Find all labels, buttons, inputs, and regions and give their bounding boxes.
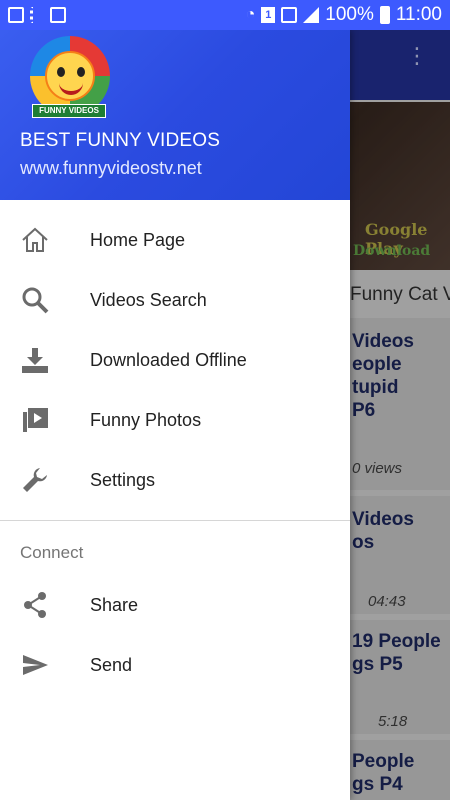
menu-item-home-page[interactable]: Home Page <box>0 210 350 270</box>
menu-item-share[interactable]: Share <box>0 575 350 635</box>
navigation-drawer: FUNNY VIDEOS BEST FUNNY VIDEOS www.funny… <box>0 30 350 800</box>
menu-item-label: Funny Photos <box>90 409 202 430</box>
home-icon <box>20 225 50 255</box>
menu-item-funny-photos[interactable]: Funny Photos <box>0 390 350 450</box>
menu-item-label: Downloaded Offline <box>90 349 247 370</box>
section-title-connect: Connect <box>20 543 84 562</box>
drawer-url: www.funnyvideostv.net <box>20 158 202 178</box>
wrench-icon <box>20 465 50 495</box>
status-left <box>8 7 66 23</box>
signal-box-icon <box>281 7 298 23</box>
menu-item-label: Send <box>90 654 133 675</box>
checklist-notification-icon <box>30 7 44 23</box>
drawer-menu: Home Page Videos Search Downloaded Offli… <box>0 200 350 695</box>
share-icon <box>20 590 50 620</box>
wifi-icon: ◔ <box>245 6 256 23</box>
send-icon <box>20 650 50 680</box>
logo-banner: FUNNY VIDEOS <box>32 104 106 118</box>
clock: 11:00 <box>395 4 442 25</box>
menu-item-label: Home Page <box>90 229 186 250</box>
video-library-icon <box>20 405 50 435</box>
menu-item-label: Settings <box>90 469 156 490</box>
menu-item-label: Share <box>90 594 139 615</box>
search-icon <box>20 285 50 315</box>
menu-item-send[interactable]: Send <box>0 635 350 695</box>
menu-item-downloaded-offline[interactable]: Downloaded Offline <box>0 330 350 390</box>
download-icon <box>20 345 50 375</box>
menu-item-videos-search[interactable]: Videos Search <box>0 270 350 330</box>
status-bar: ◔ 1 100% 11:00 <box>0 0 450 30</box>
signal-icon <box>303 7 320 23</box>
drawer-header: FUNNY VIDEOS BEST FUNNY VIDEOS www.funny… <box>0 30 350 200</box>
battery-icon <box>379 6 390 24</box>
clipboard-notification-icon <box>50 7 66 23</box>
sim-icon: 1 <box>261 7 276 23</box>
battery-percent: 100% <box>325 4 374 25</box>
status-right: ◔ 1 100% 11:00 <box>246 4 442 26</box>
drawer-title: BEST FUNNY VIDEOS <box>20 130 221 151</box>
gallery-notification-icon <box>8 7 24 23</box>
menu-item-label: Videos Search <box>90 289 207 310</box>
menu-item-settings[interactable]: Settings <box>0 450 350 510</box>
smiley-logo-icon <box>45 51 95 101</box>
